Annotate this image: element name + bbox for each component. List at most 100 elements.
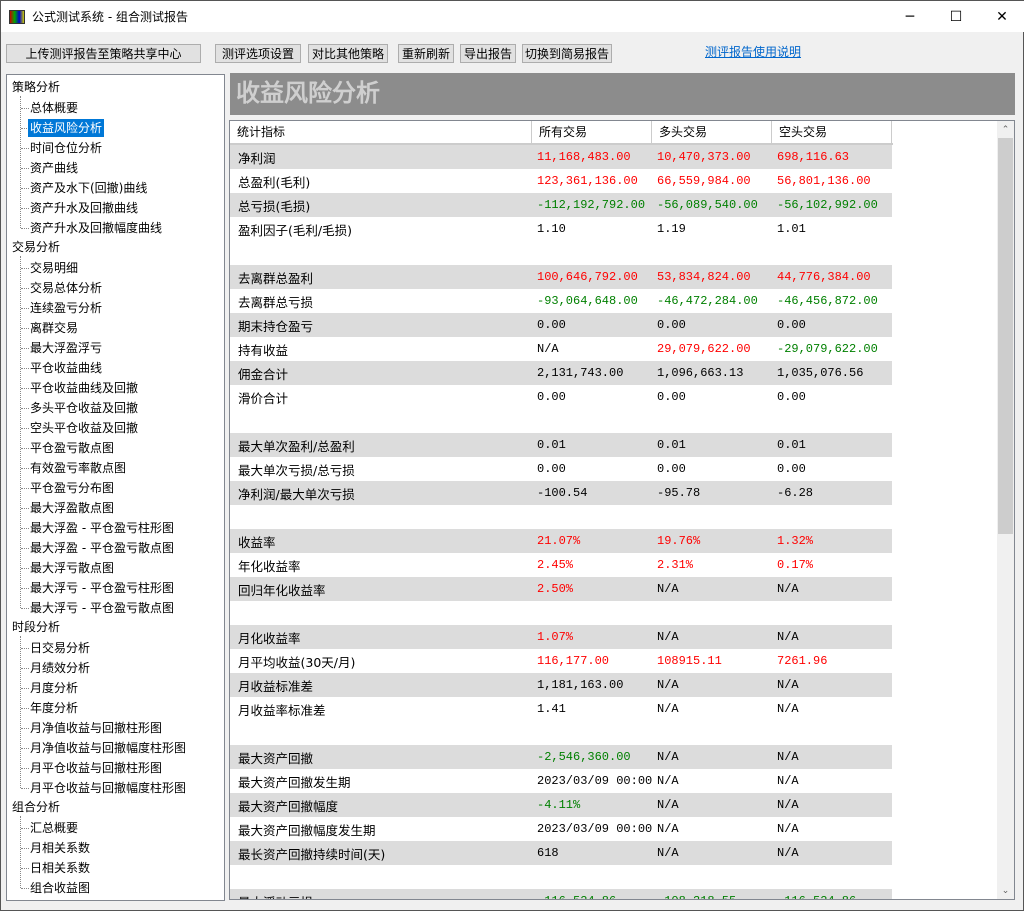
tree-connector: [21, 468, 29, 469]
table-row[interactable]: 最大资产回撤幅度 -4.11% N/A N/A: [230, 793, 892, 817]
tree-item[interactable]: 最大浮盈 - 平仓盈亏柱形图: [30, 519, 174, 537]
table-row[interactable]: 去离群总亏损 -93,064,648.00 -46,472,284.00 -46,45…: [230, 289, 892, 313]
compare-strategy-button[interactable]: 对比其他策略: [308, 44, 388, 63]
tree-item[interactable]: 资产及水下(回撤)曲线: [30, 179, 147, 197]
table-row[interactable]: 月平均收益(30天/月) 116,177.00 108915.11 7261.96: [230, 649, 892, 673]
tree-item[interactable]: 时间仓位分析: [30, 139, 102, 157]
scrollbar-thumb[interactable]: [998, 138, 1013, 534]
tree-item[interactable]: 收益风险分析: [28, 119, 105, 137]
column-header-all[interactable]: 所有交易: [532, 121, 652, 143]
scroll-down-icon[interactable]: ⌄: [997, 882, 1014, 899]
tree-item[interactable]: 连续盈亏分析: [30, 299, 102, 317]
table-row[interactable]: 佣金合计 2,131,743.00 1,096,663.13 1,035,076.56: [230, 361, 892, 385]
table-row[interactable]: 最大资产回撤 -2,546,360.00 N/A N/A: [230, 745, 892, 769]
help-link[interactable]: 测评报告使用说明: [705, 43, 801, 60]
table-row[interactable]: 去离群总盈利 100,646,792.00 53,834,824.00 44,776,…: [230, 265, 892, 289]
switch-simple-report-button[interactable]: 切换到简易报告: [522, 44, 612, 63]
metric-value: 0.00: [777, 390, 806, 404]
metric-value: N/A: [657, 846, 679, 860]
table-row[interactable]: 持有收益 N/A 29,079,622.00 -29,079,622.00: [230, 337, 892, 361]
refresh-button[interactable]: 重新刷新: [398, 44, 454, 63]
table-row[interactable]: 最大单次盈利/总盈利 0.01 0.01 0.01: [230, 433, 892, 457]
table-row[interactable]: 净利润 11,168,483.00 10,470,373.00 698,116.63: [230, 145, 892, 169]
tree-item[interactable]: 最大浮亏 - 平仓盈亏柱形图: [30, 579, 174, 597]
metric-value: 1,181,163.00: [537, 678, 624, 692]
tree-item[interactable]: 最大浮亏散点图: [30, 559, 114, 577]
table-row[interactable]: 期末持仓盈亏 0.00 0.00 0.00: [230, 313, 892, 337]
tree-item[interactable]: 月平仓收益与回撤幅度柱形图: [30, 779, 186, 797]
tree-item[interactable]: 月相关系数: [30, 839, 90, 857]
tree-item[interactable]: 资产升水及回撤曲线: [30, 199, 138, 217]
table-row[interactable]: 年化收益率 2.45% 2.31% 0.17%: [230, 553, 892, 577]
tree-item[interactable]: 交易明细: [30, 259, 78, 277]
table-row[interactable]: 净利润/最大单次亏损 -100.54 -95.78 -6.28: [230, 481, 892, 505]
tree-item[interactable]: 有效盈亏率散点图: [30, 459, 126, 477]
navigation-tree[interactable]: 策略分析总体概要收益风险分析 时间仓位分析 资产曲线资产及水下(回撤)曲线 资产升水及…: [6, 74, 225, 901]
column-header-long[interactable]: 多头交易: [652, 121, 772, 143]
tree-item[interactable]: 组合收益图: [30, 879, 90, 897]
tree-item[interactable]: 平仓盈亏散点图: [30, 439, 114, 457]
upload-report-button[interactable]: 上传测评报告至策略共享中心: [6, 44, 201, 63]
tree-item[interactable]: 交易总体分析: [30, 279, 102, 297]
metric-value: 123,361,136.00: [537, 174, 638, 188]
vertical-scrollbar[interactable]: ⌃ ⌄: [997, 121, 1014, 899]
tree-group[interactable]: 策略分析: [12, 78, 60, 96]
table-row[interactable]: 最大资产回撤幅度发生期 2023/03/09 00:00 N/A N/A: [230, 817, 892, 841]
tree-item[interactable]: 多头平仓收益及回撤: [30, 399, 138, 417]
tree-connector: [21, 728, 29, 729]
tree-item[interactable]: 月平仓收益与回撤柱形图: [30, 759, 162, 777]
tree-item[interactable]: 总体概要: [30, 99, 78, 117]
tree-item[interactable]: 离群交易: [30, 319, 78, 337]
metric-value: 0.00: [657, 462, 686, 476]
tree-connector: [21, 528, 29, 529]
table-row[interactable]: 月化收益率 1.07% N/A N/A: [230, 625, 892, 649]
close-button[interactable]: ✕: [979, 1, 1024, 32]
maximize-button[interactable]: ☐: [933, 1, 979, 32]
table-row[interactable]: 月收益率标准差 1.41 N/A N/A: [230, 697, 892, 721]
tree-group[interactable]: 时段分析: [12, 618, 60, 636]
tree-item[interactable]: 资产曲线: [30, 159, 78, 177]
table-row[interactable]: 最大单次亏损/总亏损 0.00 0.00 0.00: [230, 457, 892, 481]
table-row[interactable]: 滑价合计 0.00 0.00 0.00: [230, 385, 892, 409]
tree-item[interactable]: 最大浮盈 - 平仓盈亏散点图: [30, 539, 174, 557]
metric-value: N/A: [777, 630, 799, 644]
tree-item[interactable]: 平仓收益曲线: [30, 359, 102, 377]
test-settings-button[interactable]: 测评选项设置: [215, 44, 301, 63]
table-row[interactable]: 最长资产回撤持续时间(天) 618 N/A N/A: [230, 841, 892, 865]
tree-group[interactable]: 组合分析: [12, 798, 60, 816]
tree-item[interactable]: 空头平仓收益及回撤: [30, 419, 138, 437]
tree-item[interactable]: 最大浮亏 - 平仓盈亏散点图: [30, 599, 174, 617]
tree-item[interactable]: 日交易分析: [30, 639, 90, 657]
table-row[interactable]: 回归年化收益率 2.50% N/A N/A: [230, 577, 892, 601]
export-report-button[interactable]: 导出报告: [460, 44, 516, 63]
table-row[interactable]: 盈利因子(毛利/毛损) 1.10 1.19 1.01: [230, 217, 892, 241]
tree-connector: [21, 868, 29, 869]
scroll-up-icon[interactable]: ⌃: [997, 121, 1014, 138]
table-row[interactable]: 月收益标准差 1,181,163.00 N/A N/A: [230, 673, 892, 697]
table-row[interactable]: 总亏损(毛损) -112,192,792.00 -56,089,540.00 -56,…: [230, 193, 892, 217]
metric-value: -4.11%: [537, 798, 581, 812]
table-row[interactable]: 总盈利(毛利) 123,361,136.00 66,559,984.00 56,801…: [230, 169, 892, 193]
column-header-metric[interactable]: 统计指标: [230, 121, 532, 143]
tree-item[interactable]: 年度分析: [30, 699, 78, 717]
metric-value: N/A: [657, 702, 679, 716]
metric-value: 2,131,743.00: [537, 366, 624, 380]
tree-item[interactable]: 最大浮盈浮亏: [30, 339, 102, 357]
tree-item[interactable]: 日相关系数: [30, 859, 90, 877]
table-row[interactable]: 收益率 21.07% 19.76% 1.32%: [230, 529, 892, 553]
tree-item[interactable]: 资产升水及回撤幅度曲线: [30, 219, 162, 237]
minimize-button[interactable]: ─: [887, 1, 933, 32]
column-header-short[interactable]: 空头交易: [772, 121, 892, 143]
tree-item[interactable]: 平仓盈亏分布图: [30, 479, 114, 497]
tree-item[interactable]: 平仓收益曲线及回撤: [30, 379, 138, 397]
tree-item[interactable]: 月净值收益与回撤柱形图: [30, 719, 162, 737]
tree-group[interactable]: 交易分析: [12, 238, 60, 256]
table-row[interactable]: 最大浮动亏损-116,524.86-108,318.55-116,524.86: [230, 889, 892, 899]
tree-item[interactable]: 最大浮盈散点图: [30, 499, 114, 517]
tree-item[interactable]: 汇总概要: [30, 819, 78, 837]
metric-value: -6.28: [777, 486, 814, 500]
tree-item[interactable]: 月绩效分析: [30, 659, 90, 677]
tree-item[interactable]: 月净值收益与回撤幅度柱形图: [30, 739, 186, 757]
table-row[interactable]: 最大资产回撤发生期 2023/03/09 00:00 N/A N/A: [230, 769, 892, 793]
tree-item[interactable]: 月度分析: [30, 679, 78, 697]
